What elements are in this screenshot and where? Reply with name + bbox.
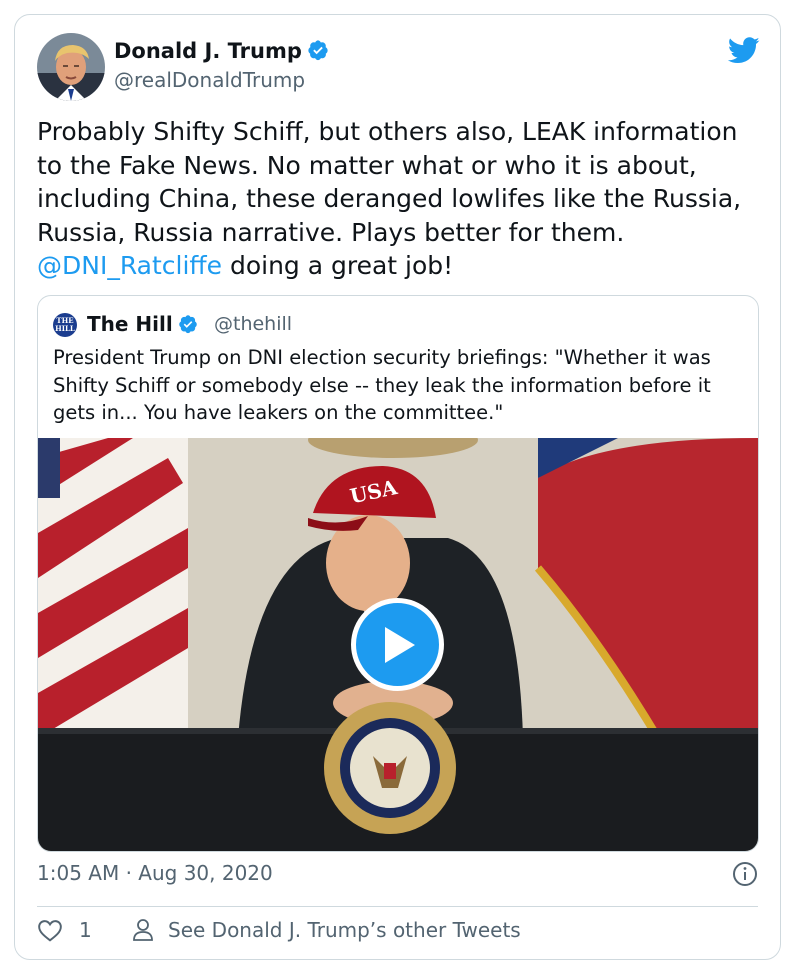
quoted-verified-badge-icon (178, 314, 198, 339)
tweet-text: Probably Shifty Schiff, but others also,… (37, 115, 762, 283)
us-flag (38, 438, 188, 738)
tweet-text-main: Probably Shifty Schiff, but others also,… (37, 117, 742, 247)
quoted-tweet-text: President Trump on DNI election security… (53, 346, 711, 424)
info-icon[interactable] (732, 861, 758, 891)
play-button[interactable] (351, 598, 444, 691)
author-handle[interactable]: @realDonaldTrump (114, 68, 305, 92)
author-name[interactable]: Donald J. Trump (114, 39, 329, 66)
mention-link[interactable]: @DNI_Ratcliffe (37, 251, 222, 280)
other-tweets-label: See Donald J. Trump’s other Tweets (168, 918, 521, 942)
quoted-author-handle: @thehill (214, 313, 293, 335)
presidential-seal (324, 702, 456, 834)
tweet-text-end: doing a great job! (222, 251, 454, 280)
like-count: 1 (79, 918, 92, 942)
play-icon (385, 627, 415, 663)
avatar[interactable] (37, 33, 105, 101)
heart-icon (38, 920, 62, 942)
the-hill-logo: THE HILL (53, 313, 77, 337)
other-tweets-link[interactable]: See Donald J. Trump’s other Tweets (132, 918, 521, 942)
person-icon (133, 919, 153, 941)
verified-badge-icon (307, 39, 329, 66)
twitter-bird-icon[interactable] (727, 37, 760, 68)
quoted-name-text: The Hill (87, 312, 173, 336)
author-name-text: Donald J. Trump (114, 39, 302, 63)
timestamp[interactable]: 1:05 AM · Aug 30, 2020 (37, 861, 273, 885)
quoted-author-name: The Hill (87, 312, 198, 339)
divider (37, 906, 758, 907)
video-thumbnail[interactable]: USA (38, 438, 758, 851)
tweet-card: Donald J. Trump @realDonaldTrump Probabl… (14, 14, 781, 960)
quoted-logo-text: THE HILL (55, 316, 75, 333)
quoted-tweet[interactable]: THE HILL The Hill @thehill President Tru… (37, 295, 759, 852)
like-button[interactable]: 1 (37, 918, 92, 942)
